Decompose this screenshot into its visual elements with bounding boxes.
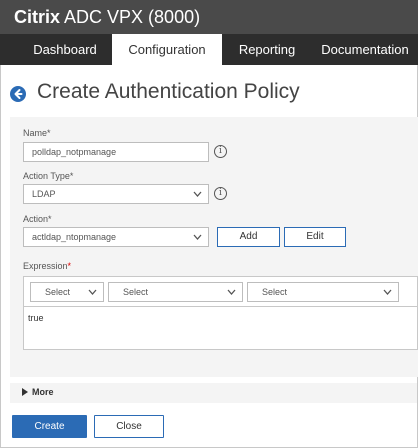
brand-name: Citrix [14,7,61,27]
expression-select-1[interactable]: Select [30,282,104,302]
expression-editor[interactable]: Select Select Select true [23,276,418,350]
expression-text[interactable]: true [28,313,44,323]
action-required-mark: * [48,214,52,224]
chevron-down-icon [193,234,202,240]
name-required-mark: * [47,128,51,138]
action-type-label-text: Action Type [23,171,70,181]
app-brand: Citrix ADC VPX (8000) [14,7,200,28]
tab-reporting[interactable]: Reporting [222,34,312,65]
name-info-icon[interactable]: i [214,145,227,158]
add-action-button[interactable]: Add [217,227,280,247]
action-label: Action* [23,214,52,224]
action-type-label: Action Type* [23,171,73,181]
main-nav: Dashboard Configuration Reporting Docume… [0,34,418,65]
expression-select-2-value: Select [123,287,149,297]
expression-toolbar: Select Select Select [24,277,417,307]
action-label-text: Action [23,214,49,224]
name-input[interactable]: polldap_notpmanage [23,142,209,162]
tab-dashboard[interactable]: Dashboard [18,34,112,65]
expression-select-1-value: Select [45,287,71,297]
page-title: Create Authentication Policy [37,80,300,103]
tab-configuration[interactable]: Configuration [112,34,222,65]
chevron-down-icon [383,289,392,295]
action-type-select-value: LDAP [32,189,56,199]
expression-required-mark: * [67,261,72,271]
tab-documentation[interactable]: Documentation [312,34,418,65]
create-button[interactable]: Create [12,415,87,438]
brand-product: ADC VPX (8000) [60,7,201,27]
name-label: Name* [23,128,51,138]
action-type-required-mark: * [69,171,74,181]
back-arrow-icon[interactable] [10,86,26,102]
more-label: More [32,387,54,397]
app-header: Citrix ADC VPX (8000) [0,0,418,34]
name-label-text: Name [23,128,48,138]
chevron-down-icon [193,191,202,197]
expression-label: Expression* [23,261,71,271]
triangle-right-icon [22,388,28,396]
action-type-info-icon[interactable]: i [214,187,227,200]
close-button[interactable]: Close [94,415,164,438]
expression-label-text: Expression [23,261,68,271]
chevron-down-icon [227,289,236,295]
expression-select-3[interactable]: Select [247,282,399,302]
chevron-down-icon [88,289,97,295]
edit-action-button[interactable]: Edit [284,227,346,247]
name-input-value: polldap_notpmanage [32,147,117,157]
action-select[interactable]: actldap_ntopmanage [23,227,209,247]
more-section-toggle[interactable]: More [10,383,417,403]
expression-select-3-value: Select [262,287,288,297]
action-type-select[interactable]: LDAP [23,184,209,204]
action-select-value: actldap_ntopmanage [32,232,117,242]
expression-select-2[interactable]: Select [108,282,243,302]
